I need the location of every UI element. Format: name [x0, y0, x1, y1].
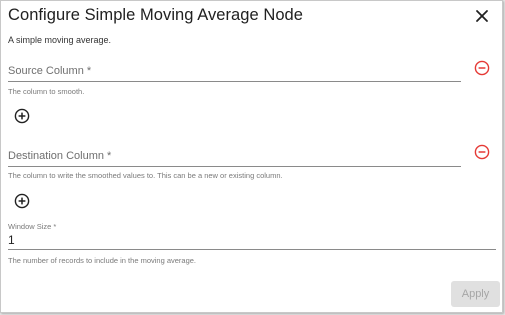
remove-source-column-button[interactable]: [474, 60, 490, 76]
add-circle-outline-icon: [14, 193, 30, 209]
dialog-subtitle: A simple moving average.: [8, 35, 112, 45]
window-size-input[interactable]: [8, 232, 496, 250]
destination-column-helper: The column to write the smoothed values …: [8, 171, 283, 180]
source-column-input-underline[interactable]: [8, 81, 461, 82]
destination-column-input-underline[interactable]: [8, 166, 461, 167]
apply-button[interactable]: Apply: [451, 281, 500, 307]
remove-circle-outline-icon: [474, 144, 490, 160]
add-destination-column-button[interactable]: [14, 193, 30, 209]
remove-destination-column-button[interactable]: [474, 144, 490, 160]
destination-column-label[interactable]: Destination Column *: [8, 150, 111, 162]
dialog-title: Configure Simple Moving Average Node: [8, 6, 303, 24]
window-size-label: Window Size *: [8, 222, 57, 231]
close-button[interactable]: [471, 5, 493, 27]
close-icon: [476, 10, 488, 22]
window-size-helper: The number of records to include in the …: [8, 256, 197, 265]
source-column-label[interactable]: Source Column *: [8, 65, 91, 77]
remove-circle-outline-icon: [474, 60, 490, 76]
add-source-column-button[interactable]: [14, 108, 30, 124]
configure-node-dialog: Configure Simple Moving Average Node A s…: [0, 0, 503, 313]
source-column-helper: The column to smooth.: [8, 87, 85, 96]
add-circle-outline-icon: [14, 108, 30, 124]
